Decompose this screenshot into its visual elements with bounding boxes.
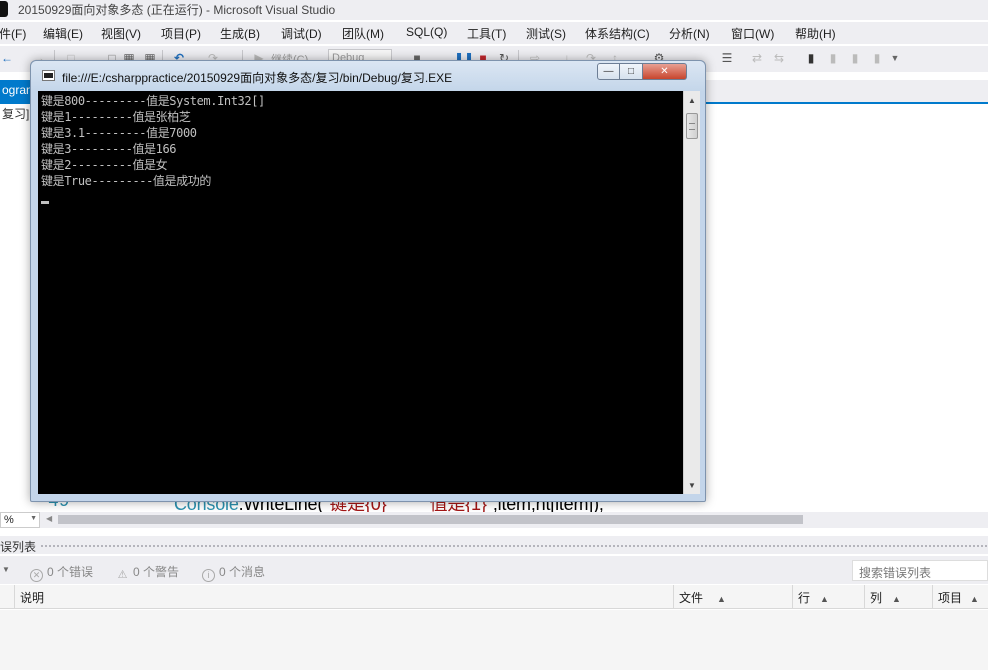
editor-tab-program[interactable]: ogram	[0, 80, 34, 102]
console-line: 键是1---------值是张柏芝	[41, 110, 191, 124]
messages-filter-button[interactable]: i0 个消息	[202, 563, 265, 582]
console-cursor	[41, 201, 49, 204]
column-project[interactable]: 项目 ▲	[938, 589, 979, 606]
vs-logo-icon	[0, 1, 8, 17]
close-button[interactable]: ✕	[643, 63, 687, 80]
console-vscroll-thumb[interactable]	[686, 113, 698, 139]
menu-debug[interactable]: 调试(D)	[281, 25, 322, 42]
editor-file-tab[interactable]: 复习]	[0, 104, 31, 123]
menu-tools[interactable]: 工具(T)	[467, 25, 506, 42]
zoom-value: %	[4, 514, 14, 526]
vs-title-bar: 20150929面向对象多态 (正在运行) - Microsoft Visual…	[0, 0, 988, 20]
menu-sql[interactable]: SQL(Q)	[406, 25, 447, 39]
column-description[interactable]: 说明	[20, 589, 44, 606]
indent-icon[interactable]: ⇄	[750, 51, 764, 65]
warning-icon: ⚠	[117, 569, 128, 581]
column-separator	[932, 585, 933, 609]
zoom-select[interactable]: % ▼	[0, 512, 40, 528]
sort-up-icon: ▲	[892, 594, 901, 604]
console-line: 键是True---------值是成功的	[41, 174, 211, 188]
console-output[interactable]: 键是800---------值是System.Int32[] 键是1------…	[38, 91, 683, 494]
menu-window[interactable]: 窗口(W)	[731, 25, 774, 42]
console-window: file:///E:/csharppractice/20150929面向对象多态…	[30, 60, 706, 502]
maximize-button[interactable]: □	[620, 63, 643, 80]
menu-test[interactable]: 测试(S)	[526, 25, 566, 42]
error-list-column-header	[0, 585, 988, 609]
errors-filter-button[interactable]: ✕ 0 个错误	[30, 563, 93, 582]
scroll-left-icon[interactable]: ◀	[46, 514, 52, 523]
outdent-icon[interactable]: ⇆	[772, 51, 786, 65]
column-separator	[864, 585, 865, 609]
scroll-down-icon[interactable]: ▼	[687, 481, 697, 490]
error-icon: ✕	[30, 569, 43, 582]
scroll-up-icon[interactable]: ▲	[687, 96, 697, 105]
error-list-title[interactable]: 误列表	[0, 538, 36, 555]
column-separator	[792, 585, 793, 609]
next-bookmark-icon[interactable]: ▮	[848, 51, 862, 65]
console-title: file:///E:/csharppractice/20150929面向对象多态…	[62, 71, 453, 85]
column-column[interactable]: 列 ▲	[870, 589, 901, 606]
column-file[interactable]: 文件 ▲	[679, 589, 726, 606]
comment-icon[interactable]: ☰	[720, 51, 734, 65]
chevron-down-icon: ▼	[30, 515, 37, 522]
menu-view[interactable]: 视图(V)	[101, 25, 141, 42]
minimize-button[interactable]: —	[597, 63, 620, 80]
menu-architecture[interactable]: 体系结构(C)	[585, 25, 650, 42]
filter-dropdown-icon[interactable]: ▼	[2, 565, 10, 574]
menu-bar: 件(F) 编辑(E) 视图(V) 项目(P) 生成(B) 调试(D) 团队(M)…	[0, 22, 988, 44]
column-separator	[673, 585, 674, 609]
console-line: 键是3.1---------值是7000	[41, 126, 197, 140]
menu-build[interactable]: 生成(B)	[220, 25, 260, 42]
console-app-icon[interactable]	[42, 70, 55, 81]
column-separator	[14, 585, 15, 609]
menu-project[interactable]: 项目(P)	[161, 25, 201, 42]
error-search-input[interactable]: 搜索错误列表	[852, 560, 988, 581]
warnings-filter-button[interactable]: ⚠ 0 个警告	[116, 563, 179, 583]
console-line: 键是800---------值是System.Int32[]	[41, 94, 265, 108]
menu-analyze[interactable]: 分析(N)	[669, 25, 710, 42]
toolbar-overflow-icon[interactable]: ▼	[888, 51, 902, 65]
sort-up-icon: ▲	[970, 594, 979, 604]
prev-bookmark-icon[interactable]: ▮	[826, 51, 840, 65]
console-vscroll-bar[interactable]: ▲ ▼	[683, 91, 700, 494]
column-line[interactable]: 行 ▲	[798, 589, 829, 606]
sort-up-icon: ▲	[717, 594, 726, 604]
editor-hscroll-thumb[interactable]	[58, 515, 803, 524]
sort-up-icon: ▲	[820, 594, 829, 604]
clear-bookmarks-icon[interactable]: ▮	[870, 51, 884, 65]
error-list-body	[0, 610, 988, 670]
menu-team[interactable]: 团队(M)	[342, 25, 384, 42]
bookmark-icon[interactable]: ▮	[804, 51, 818, 65]
menu-help[interactable]: 帮助(H)	[795, 25, 836, 42]
console-title-bar[interactable]: file:///E:/csharppractice/20150929面向对象多态…	[31, 61, 705, 91]
back-icon[interactable]: ←	[0, 51, 14, 65]
panel-grip[interactable]	[40, 544, 988, 549]
console-line: 键是2---------值是女	[41, 158, 168, 172]
menu-file[interactable]: 件(F)	[0, 25, 26, 42]
menu-edit[interactable]: 编辑(E)	[43, 25, 83, 42]
vs-window-title: 20150929面向对象多态 (正在运行) - Microsoft Visual…	[18, 3, 336, 17]
info-icon: i	[202, 569, 215, 582]
console-line: 键是3---------值是166	[41, 142, 177, 156]
